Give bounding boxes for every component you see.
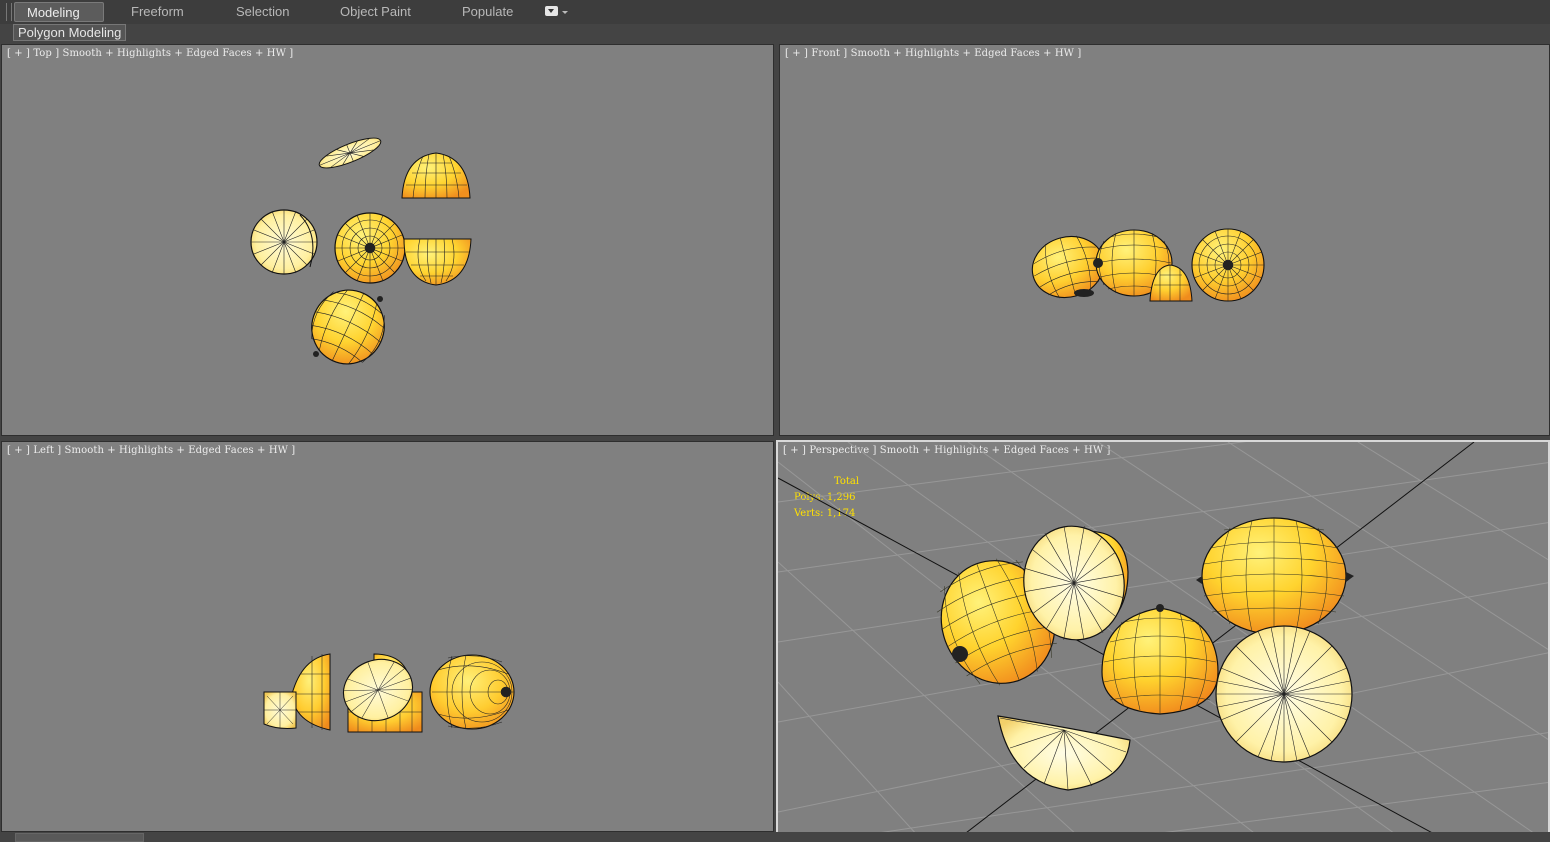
viewport-top[interactable]: [ + ] Top ] Smooth + Highlights + Edged … [1, 44, 774, 436]
perspective-view-scene [778, 442, 1548, 832]
tab-selection[interactable]: Selection [224, 2, 301, 22]
viewport-left[interactable]: [ + ] Left ] Smooth + Highlights + Edged… [1, 441, 774, 832]
top-view-scene [250, 137, 472, 365]
chevron-down-icon[interactable] [562, 11, 568, 14]
front-view-scene [1031, 228, 1265, 302]
tab-modeling[interactable]: Modeling [14, 2, 104, 22]
viewport-perspective[interactable]: [ + ] Perspective ] Smooth + Highlights … [776, 440, 1550, 834]
time-slider[interactable] [15, 833, 144, 842]
left-view-scene [263, 653, 515, 733]
ribbon-options-icon[interactable] [545, 6, 558, 16]
tab-object-paint[interactable]: Object Paint [328, 2, 423, 22]
tab-populate[interactable]: Populate [450, 2, 525, 22]
ribbon-panel-bar [0, 24, 1550, 42]
ribbon-bar: Modeling Freeform Selection Object Paint… [0, 0, 1550, 25]
viewport-front[interactable]: [ + ] Front ] Smooth + Highlights + Edge… [779, 44, 1550, 436]
polygon-modeling-tab[interactable]: Polygon Modeling [13, 24, 127, 41]
time-slider-bar [0, 832, 1550, 842]
ribbon-grip[interactable] [6, 3, 12, 21]
tab-freeform[interactable]: Freeform [119, 2, 196, 22]
